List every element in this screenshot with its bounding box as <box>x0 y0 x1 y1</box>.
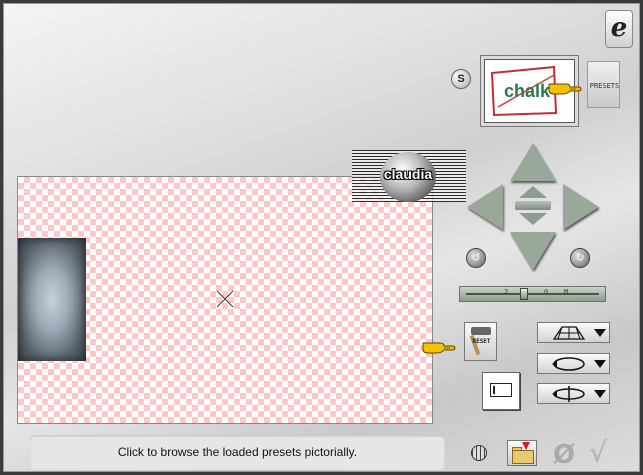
hand-pointer-icon <box>422 342 456 354</box>
open-folder-icon <box>512 450 534 464</box>
status-message: Click to browse the loaded presets picto… <box>117 445 358 459</box>
move-down-arrow-icon[interactable] <box>510 232 556 270</box>
chevron-down-icon <box>594 390 606 398</box>
preview-shape-object[interactable] <box>18 238 86 361</box>
reset-button-label: RESET <box>472 338 491 345</box>
zoom-tick-label: M <box>564 288 569 296</box>
presets-button-label: PRESETS <box>589 82 620 90</box>
perspective-grid-dropdown[interactable] <box>537 322 610 343</box>
nudge-up-arrow-icon[interactable] <box>519 186 547 198</box>
chevron-down-icon <box>594 329 606 337</box>
zoom-slider-thumb[interactable] <box>520 288 528 300</box>
chevron-down-icon <box>594 360 606 368</box>
move-left-arrow-icon[interactable] <box>467 184 503 230</box>
frame-button[interactable] <box>482 372 520 410</box>
status-bar: Click to browse the loaded presets picto… <box>30 435 445 470</box>
rotation-dropdown[interactable] <box>537 353 610 374</box>
frame-icon <box>490 383 512 397</box>
open-folder-button[interactable] <box>507 440 537 466</box>
presets-button[interactable]: PRESETS <box>587 61 620 108</box>
ok-checkmark-icon[interactable]: √ <box>584 438 612 468</box>
zoom-slider-track <box>466 293 599 295</box>
flip-dropdown[interactable] <box>537 383 610 404</box>
grid-icon[interactable] <box>471 445 487 461</box>
crosshair-icon <box>216 290 234 308</box>
reset-button[interactable]: RESET <box>464 322 497 361</box>
preset-preview-text: chalk <box>504 81 551 101</box>
nudge-down-arrow-icon[interactable] <box>519 213 547 225</box>
zoom-slider[interactable]: 2 0 M <box>459 286 606 302</box>
hand-pointer-icon <box>548 83 582 95</box>
cancel-icon[interactable]: Ø <box>551 441 577 469</box>
center-button[interactable] <box>515 201 551 210</box>
load-arrow-icon <box>522 442 530 450</box>
flip-axis-icon <box>552 386 585 402</box>
zoom-tick-label: 2 <box>504 288 509 296</box>
rotate-loop-icon <box>552 357 585 371</box>
move-up-arrow-icon[interactable] <box>510 143 556 181</box>
app-logo: e <box>605 10 633 48</box>
zoom-tick-label: 0 <box>544 288 549 296</box>
rotate-right-icon[interactable]: ↻ <box>570 248 590 268</box>
perspective-grid-icon <box>552 326 586 340</box>
s-button[interactable]: S <box>451 69 471 89</box>
watermark-text: claudia <box>383 166 433 182</box>
rotate-left-icon[interactable]: ↺ <box>466 248 486 268</box>
move-right-arrow-icon[interactable] <box>563 184 599 230</box>
hammer-icon <box>471 327 491 335</box>
